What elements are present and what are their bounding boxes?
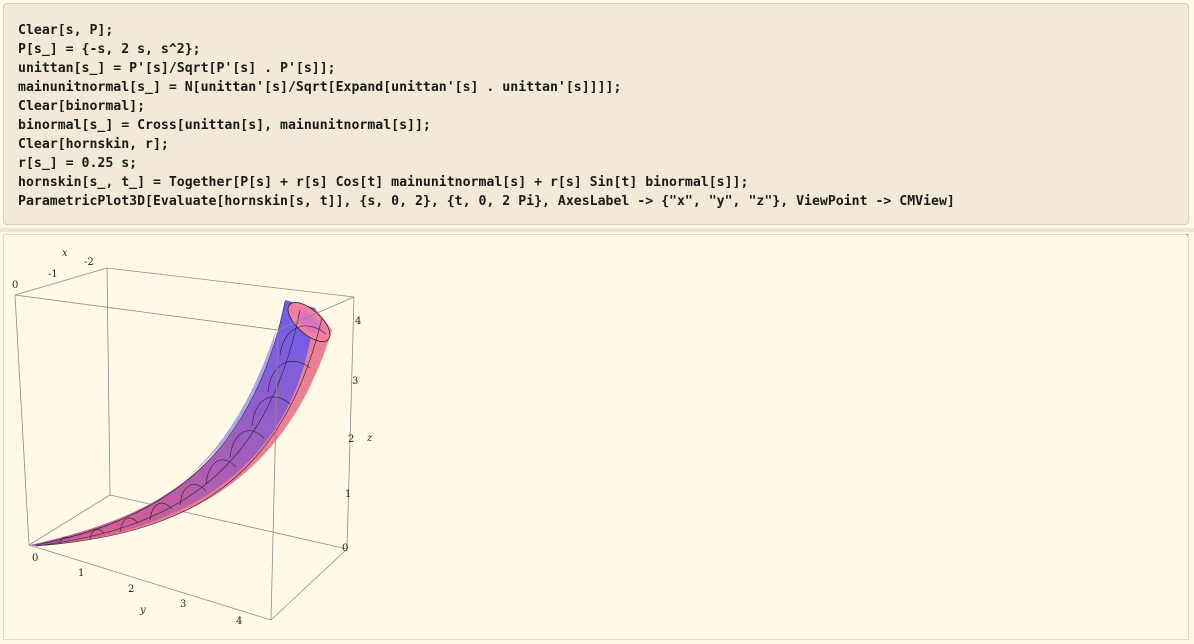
x-axis-ticks: -2 -1 0 x <box>12 248 94 291</box>
plot-3d[interactable]: -2 -1 0 x 0 1 2 3 4 y 0 1 2 3 4 z <box>0 0 1194 644</box>
y-tick-label: 1 <box>78 568 84 579</box>
z-tick-label: 4 <box>355 316 361 327</box>
y-tick-label: 2 <box>128 584 134 595</box>
y-tick-label: 4 <box>236 616 242 627</box>
z-tick-label: 1 <box>345 489 351 500</box>
z-tick-label: 0 <box>342 543 348 554</box>
x-tick-label: 0 <box>12 280 18 291</box>
y-axis-ticks: 0 1 2 3 4 y <box>32 553 242 627</box>
y-axis-label: y <box>139 605 146 616</box>
z-tick-label: 2 <box>348 434 354 445</box>
z-tick-label: 3 <box>352 376 358 387</box>
x-tick-label: -2 <box>84 257 94 268</box>
x-axis-label: x <box>62 248 68 259</box>
x-tick-label: -1 <box>48 269 58 280</box>
z-axis-label: z <box>366 433 373 444</box>
z-axis-ticks: 0 1 2 3 4 z <box>342 316 373 554</box>
y-tick-label: 3 <box>180 599 186 610</box>
y-tick-label: 0 <box>32 553 38 564</box>
horn-surface <box>30 300 332 547</box>
